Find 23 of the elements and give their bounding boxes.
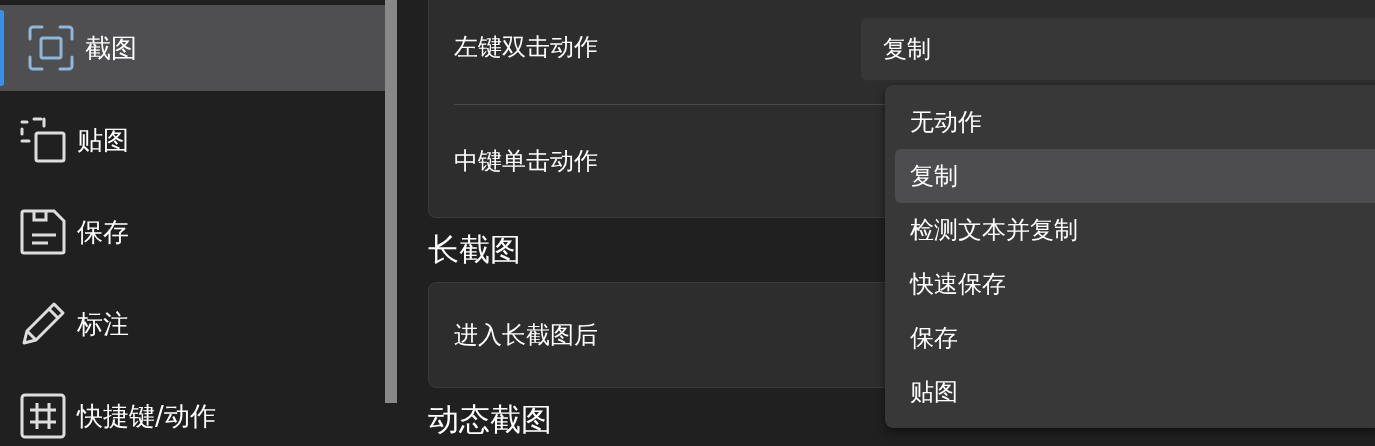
- sidebar-item[interactable]: 保存: [0, 189, 385, 275]
- scrollbar-thumb[interactable]: [385, 0, 397, 403]
- section-heading: 长截图: [428, 230, 521, 269]
- dropdown-option[interactable]: 无动作: [895, 95, 1375, 149]
- hash-icon: [20, 393, 66, 439]
- dropdown-option[interactable]: 检测文本并复制: [895, 203, 1375, 257]
- section-heading: 动态截图: [428, 400, 552, 439]
- save-icon: [20, 209, 66, 255]
- pencil-icon: [20, 301, 66, 347]
- dropdown-option[interactable]: 保存: [895, 311, 1375, 365]
- sidebar-item[interactable]: 贴图: [0, 97, 385, 183]
- sidebar-item[interactable]: 截图: [0, 5, 385, 91]
- sidebar-item[interactable]: 快捷键/动作: [0, 373, 385, 446]
- dropdown-option[interactable]: 贴图: [895, 365, 1375, 419]
- sidebar-item[interactable]: 标注: [0, 281, 385, 367]
- select-field[interactable]: 复制: [861, 18, 1375, 82]
- dropdown-option[interactable]: 快速保存: [895, 257, 1375, 311]
- setting-label: 中键单击动作: [453, 146, 599, 177]
- dropdown-option[interactable]: 复制: [895, 149, 1375, 203]
- screenshot-icon: [28, 25, 74, 71]
- setting-label: 进入长截图后: [453, 320, 599, 351]
- copy-icon: [20, 117, 66, 163]
- setting-label: 左键双击动作: [453, 32, 599, 63]
